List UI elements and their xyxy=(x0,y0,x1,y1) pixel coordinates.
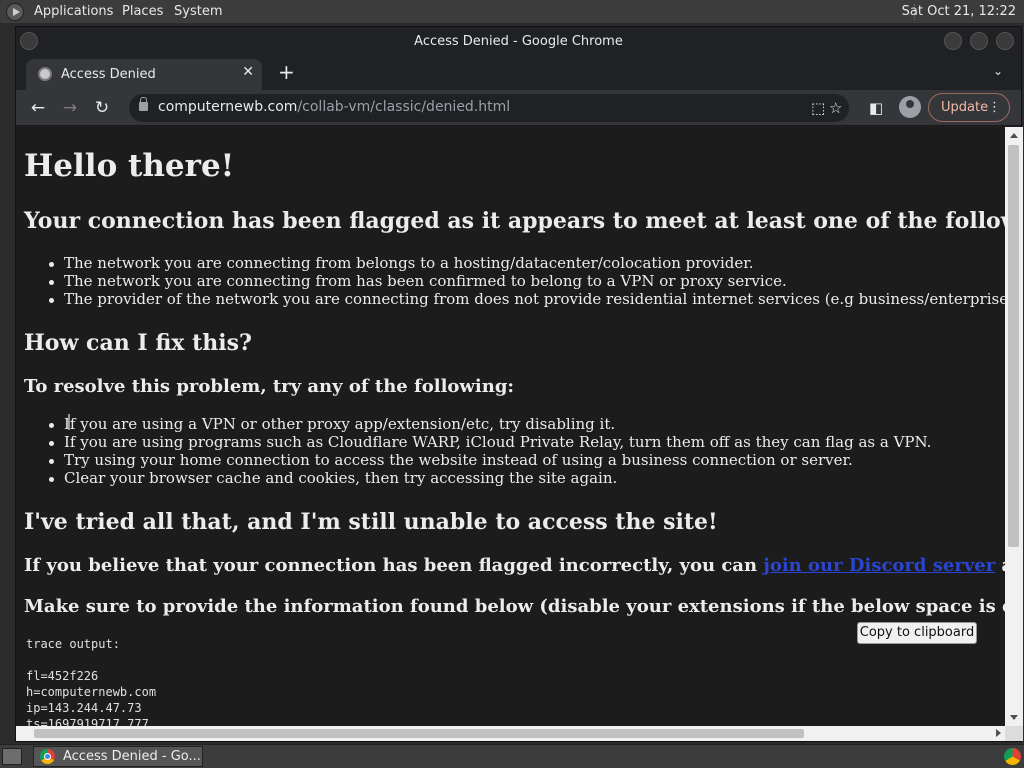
scrollbar-corner xyxy=(1005,726,1023,741)
minimize-button[interactable] xyxy=(944,32,962,50)
chrome-window: Access Denied - Google Chrome Access Den… xyxy=(15,26,1023,742)
criteria-item: The provider of the network you are conn… xyxy=(64,290,1005,308)
list-bullet xyxy=(49,423,54,428)
address-bar[interactable]: computernewb.com/collab-vm/classic/denie… xyxy=(129,94,849,122)
tray-chrome-icon[interactable] xyxy=(1004,748,1021,765)
trace-line: ip=143.244.47.73 xyxy=(26,701,142,715)
horizontal-scroll-thumb[interactable] xyxy=(34,729,804,738)
trace-line: ts=1697919717.777 xyxy=(26,717,149,726)
reload-icon[interactable]: ↻ xyxy=(90,96,114,120)
list-bullet xyxy=(49,298,54,303)
trace-line: h=computernewb.com xyxy=(26,685,157,699)
fix-item: Clear your browser cache and cookies, th… xyxy=(64,469,618,487)
believe-prefix: If you believe that your connection has … xyxy=(24,555,764,576)
update-button[interactable]: Update ⋮ xyxy=(928,93,1010,122)
browser-toolbar: ← → ↻ computernewb.com/collab-vm/classic… xyxy=(16,90,1021,126)
list-bullet xyxy=(49,280,54,285)
url-host: computernewb.com xyxy=(158,99,298,115)
horizontal-scrollbar[interactable] xyxy=(16,726,1005,741)
trace-line: fl=452f226 xyxy=(26,669,99,683)
lock-icon[interactable] xyxy=(139,97,148,111)
bookmark-star-icon[interactable]: ☆ xyxy=(829,99,842,117)
scroll-right-arrow-icon[interactable] xyxy=(996,729,1001,737)
list-bullet xyxy=(49,262,54,267)
update-label: Update xyxy=(941,100,989,115)
url-path: /collab-vm/classic/denied.html xyxy=(297,99,511,115)
page-heading: Hello there! xyxy=(24,148,235,184)
menu-applications[interactable]: Applications xyxy=(34,4,113,19)
fix-item: Try using your home connection to access… xyxy=(64,451,853,469)
forward-arrow-icon[interactable]: → xyxy=(58,96,82,120)
tab-close-icon[interactable]: ✕ xyxy=(242,64,254,80)
list-bullet xyxy=(49,459,54,464)
criteria-heading: Your connection has been flagged as it a… xyxy=(24,208,1005,234)
page-viewport: Hello there! Your connection has been fl… xyxy=(16,127,1005,726)
kebab-menu-icon[interactable]: ⋮ xyxy=(988,94,1001,121)
side-panel-icon[interactable]: ◧ xyxy=(869,99,883,117)
taskbar-task-label: Access Denied - Go... xyxy=(63,749,201,764)
menu-system[interactable]: System xyxy=(174,4,222,19)
trace-label: trace output: xyxy=(26,637,120,651)
chrome-logo-icon xyxy=(40,749,55,764)
resolve-intro: To resolve this problem, try any of the … xyxy=(24,376,515,397)
tab-title: Access Denied xyxy=(61,67,156,82)
scroll-down-arrow-icon[interactable] xyxy=(1010,715,1018,720)
address-url[interactable]: computernewb.com/collab-vm/classic/denie… xyxy=(158,99,510,115)
menu-places[interactable]: Places xyxy=(122,4,163,19)
list-bullet xyxy=(49,441,54,446)
believe-paragraph: If you believe that your connection has … xyxy=(24,555,1005,576)
maximize-button[interactable] xyxy=(970,32,988,50)
window-titlebar[interactable]: Access Denied - Google Chrome xyxy=(16,27,1021,56)
window-title: Access Denied - Google Chrome xyxy=(414,34,623,49)
vertical-scroll-thumb[interactable] xyxy=(1008,145,1019,547)
new-tab-button[interactable]: + xyxy=(278,62,295,82)
text-cursor-icon xyxy=(68,414,70,430)
show-desktop-button[interactable] xyxy=(2,748,22,765)
tried-heading: I've tried all that, and I'm still unabl… xyxy=(24,509,718,535)
panel-clock[interactable]: Sat Oct 21, 12:22 xyxy=(902,4,1016,19)
provide-info-text: Make sure to provide the information fou… xyxy=(24,596,1005,617)
tab-strip: Access Denied ✕ xyxy=(16,56,1021,90)
fix-item: If you are using programs such as Cloudf… xyxy=(64,433,932,451)
tab-favicon-icon xyxy=(38,67,52,81)
vertical-scrollbar[interactable] xyxy=(1005,127,1023,726)
criteria-item: The network you are connecting from has … xyxy=(64,272,787,290)
tab-access-denied[interactable]: Access Denied ✕ xyxy=(26,59,262,90)
taskbar-chrome-window[interactable]: Access Denied - Go... xyxy=(33,746,203,767)
desktop-taskbar: Access Denied - Go... xyxy=(0,744,1024,768)
copy-to-clipboard-button[interactable]: Copy to clipboard xyxy=(857,622,977,644)
close-window-button[interactable] xyxy=(996,32,1014,50)
profile-avatar-icon[interactable] xyxy=(899,96,921,118)
list-bullet xyxy=(49,477,54,482)
believe-suffix: and open a ticket. xyxy=(995,555,1005,576)
desktop-top-panel: Applications Places System Sat Oct 21, 1… xyxy=(0,0,1024,24)
fix-heading: How can I fix this? xyxy=(24,330,252,356)
criteria-item: The network you are connecting from belo… xyxy=(64,254,754,272)
share-icon[interactable]: ⬚ xyxy=(811,99,825,117)
discord-link[interactable]: join our Discord server xyxy=(763,555,995,576)
tab-search-chevron-icon[interactable]: ⌄ xyxy=(993,64,1003,78)
scroll-up-arrow-icon[interactable] xyxy=(1010,133,1018,138)
fix-item: If you are using a VPN or other proxy ap… xyxy=(64,415,616,433)
back-arrow-icon[interactable]: ← xyxy=(26,96,50,120)
window-menu-button[interactable] xyxy=(20,32,38,50)
applications-logo-icon[interactable] xyxy=(6,3,24,21)
